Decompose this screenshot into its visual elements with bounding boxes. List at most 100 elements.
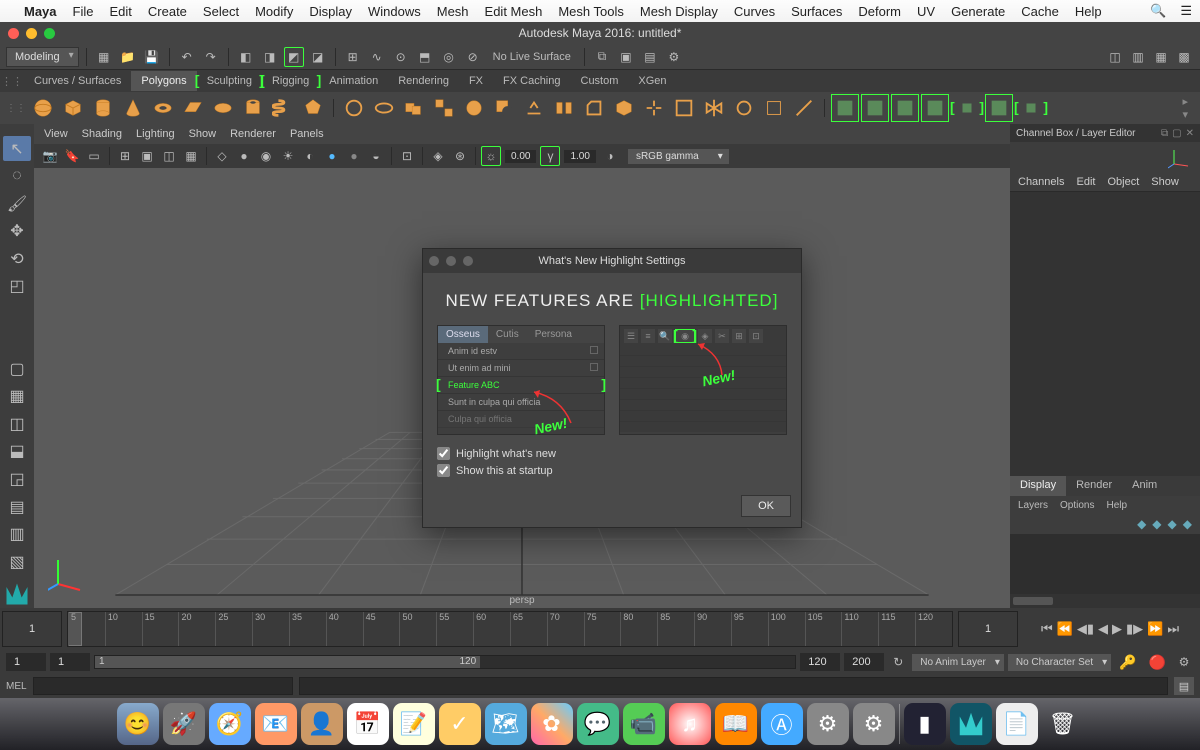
layers-options-menu[interactable]: Options bbox=[1060, 500, 1094, 511]
layer-move-down-icon[interactable]: ◆ bbox=[1152, 517, 1161, 531]
character-set-dropdown[interactable]: No Character Set bbox=[1008, 654, 1111, 671]
poly-helix-icon[interactable] bbox=[270, 95, 296, 121]
separate-icon[interactable] bbox=[431, 95, 457, 121]
select-tool-icon[interactable]: ↖ bbox=[3, 136, 31, 161]
ok-button[interactable]: OK bbox=[741, 495, 791, 517]
menu-edit-mesh[interactable]: Edit Mesh bbox=[485, 4, 543, 19]
shelf-tab-rendering[interactable]: Rendering bbox=[388, 71, 459, 91]
quad-draw-icon[interactable] bbox=[761, 95, 787, 121]
save-scene-icon[interactable]: 💾 bbox=[142, 47, 162, 67]
snap-curve-icon[interactable]: ∿ bbox=[367, 47, 387, 67]
time-current-start[interactable]: 1 bbox=[2, 611, 62, 647]
layout-two-v-icon[interactable]: ⬓ bbox=[3, 439, 31, 464]
layer-new-empty-icon[interactable]: ◆ bbox=[1168, 517, 1177, 531]
channels-edit-menu[interactable]: Edit bbox=[1076, 176, 1095, 188]
construction-history-icon[interactable]: ⧉ bbox=[592, 47, 612, 67]
new-scene-icon[interactable]: ▦ bbox=[94, 47, 114, 67]
new-tool-5-icon[interactable] bbox=[952, 95, 982, 121]
shelf-overflow-icon[interactable]: ▸▾ bbox=[1182, 95, 1194, 121]
menu-mesh-display[interactable]: Mesh Display bbox=[640, 4, 718, 19]
menu-curves[interactable]: Curves bbox=[734, 4, 775, 19]
command-input[interactable] bbox=[33, 677, 293, 695]
make-live-icon[interactable]: ⊘ bbox=[463, 47, 483, 67]
multicut-icon[interactable] bbox=[611, 95, 637, 121]
move-tool-icon[interactable]: ✥ bbox=[3, 219, 31, 244]
channels-show-menu[interactable]: Show bbox=[1151, 176, 1179, 188]
layout-graph-icon[interactable]: ▧ bbox=[3, 549, 31, 574]
open-scene-icon[interactable]: 📁 bbox=[118, 47, 138, 67]
menu-uv[interactable]: UV bbox=[917, 4, 935, 19]
menu-cache[interactable]: Cache bbox=[1021, 4, 1059, 19]
vp-smooth-shade-icon[interactable]: ● bbox=[234, 146, 254, 166]
snap-point-icon[interactable]: ⊙ bbox=[391, 47, 411, 67]
select-by-hierarchy-icon[interactable]: ◧ bbox=[236, 47, 256, 67]
vp-colorspace-dropdown[interactable]: sRGB gamma bbox=[628, 149, 729, 164]
set-key-icon[interactable]: 🔴 bbox=[1145, 654, 1170, 671]
shelf-tab-polygons[interactable]: Polygons bbox=[131, 71, 196, 91]
example-tab-osseus[interactable]: Osseus bbox=[438, 326, 488, 343]
shelf-tab-animation[interactable]: Animation bbox=[319, 71, 388, 91]
dock-facetime-icon[interactable]: 📹 bbox=[623, 703, 665, 745]
vp-gamma-icon[interactable]: γ bbox=[540, 146, 560, 166]
step-fwd-key-icon[interactable]: ⏩ bbox=[1147, 621, 1163, 637]
panel-close-icon[interactable]: ✕ bbox=[1186, 128, 1194, 139]
dock-app1-icon[interactable]: 📧 bbox=[255, 703, 297, 745]
poly-plane-icon[interactable] bbox=[180, 95, 206, 121]
layout-outliner-icon[interactable]: ▤ bbox=[3, 494, 31, 519]
menu-generate[interactable]: Generate bbox=[951, 4, 1005, 19]
rotate-tool-icon[interactable]: ⟲ bbox=[3, 247, 31, 272]
dock-sysprefs-icon[interactable]: ⚙ bbox=[853, 703, 895, 745]
snap-live-icon[interactable]: ◎ bbox=[439, 47, 459, 67]
dialog-titlebar[interactable]: What's New Highlight Settings bbox=[423, 249, 801, 273]
menu-create[interactable]: Create bbox=[148, 4, 187, 19]
example-tab-persona[interactable]: Persona bbox=[527, 326, 580, 343]
menu-extras-icon[interactable]: ☰ bbox=[1180, 3, 1192, 19]
paint-select-tool-icon[interactable]: 🖌 bbox=[3, 191, 31, 216]
poly-disc-icon[interactable] bbox=[210, 95, 236, 121]
step-back-key-icon[interactable]: ⏪ bbox=[1057, 621, 1073, 637]
range-slider-thumb[interactable]: 1 120 bbox=[95, 656, 480, 668]
layout-persp-icon[interactable]: ▥ bbox=[3, 522, 31, 547]
dock-contacts-icon[interactable]: 👤 bbox=[301, 703, 343, 745]
combine-icon[interactable] bbox=[401, 95, 427, 121]
poly-type-icon[interactable] bbox=[341, 95, 367, 121]
new-tool-2-icon[interactable] bbox=[862, 95, 888, 121]
channels-menu[interactable]: Channels bbox=[1018, 176, 1064, 188]
sculpt-icon[interactable] bbox=[731, 95, 757, 121]
dock-finder-icon[interactable]: 😊 bbox=[117, 703, 159, 745]
shelf-tab-xgen[interactable]: XGen bbox=[628, 71, 676, 91]
menu-modify[interactable]: Modify bbox=[255, 4, 293, 19]
poly-cube-icon[interactable] bbox=[60, 95, 86, 121]
vp-aa-icon[interactable]: ◒ bbox=[366, 146, 386, 166]
menu-mesh[interactable]: Mesh bbox=[437, 4, 469, 19]
bevel-icon[interactable] bbox=[581, 95, 607, 121]
menu-select[interactable]: Select bbox=[203, 4, 239, 19]
poly-cone-icon[interactable] bbox=[120, 95, 146, 121]
vp-textured-icon[interactable]: ◉ bbox=[256, 146, 276, 166]
dock-photos-icon[interactable]: ✿ bbox=[531, 703, 573, 745]
vp-wireframe-icon[interactable]: ◇ bbox=[212, 146, 232, 166]
crease-icon[interactable] bbox=[791, 95, 817, 121]
panel-layout4-icon[interactable]: ▩ bbox=[1174, 47, 1194, 67]
vp-select-camera-icon[interactable]: 📷 bbox=[40, 146, 60, 166]
dock-appstore-icon[interactable]: Ⓐ bbox=[761, 703, 803, 745]
layers-menu[interactable]: Layers bbox=[1018, 500, 1048, 511]
shelf-tab-fxcaching[interactable]: FX Caching bbox=[493, 71, 570, 91]
layer-scrollbar[interactable] bbox=[1010, 594, 1200, 608]
menu-display[interactable]: Display bbox=[309, 4, 352, 19]
dock-maya-icon[interactable] bbox=[950, 703, 992, 745]
anim-prefs-icon[interactable]: ⚙ bbox=[1174, 652, 1194, 672]
target-weld-icon[interactable] bbox=[641, 95, 667, 121]
layout-two-h-icon[interactable]: ◫ bbox=[3, 412, 31, 437]
vp-isolate-icon[interactable]: ⊡ bbox=[397, 146, 417, 166]
menu-windows[interactable]: Windows bbox=[368, 4, 421, 19]
vp-exposure-icon[interactable]: ☼ bbox=[481, 146, 501, 166]
panel-layout2-icon[interactable]: ▥ bbox=[1128, 47, 1148, 67]
vp-gamma-value[interactable]: 1.00 bbox=[564, 150, 595, 163]
panel-dock-icon[interactable]: ▢ bbox=[1172, 128, 1181, 139]
vp-shadows-icon[interactable]: ◐ bbox=[300, 146, 320, 166]
range-end-field[interactable]: 200 bbox=[844, 653, 884, 671]
layer-tab-render[interactable]: Render bbox=[1066, 476, 1122, 496]
redo-icon[interactable]: ↷ bbox=[201, 47, 221, 67]
ipr-render-icon[interactable]: ▤ bbox=[640, 47, 660, 67]
